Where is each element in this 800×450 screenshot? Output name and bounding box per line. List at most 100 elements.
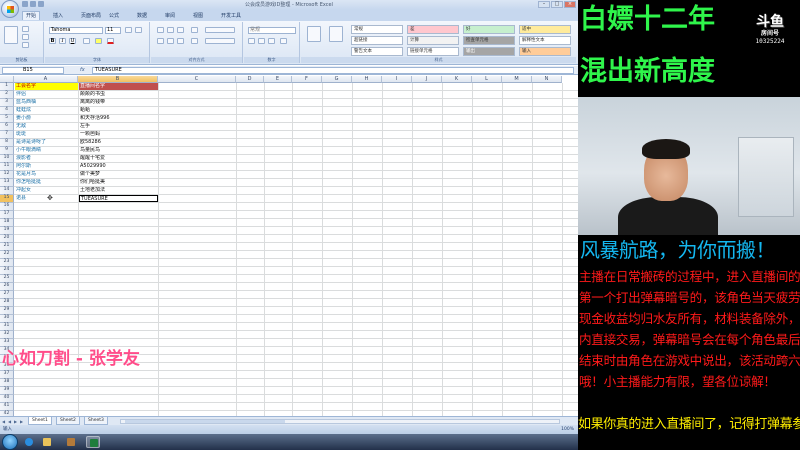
border-icon[interactable] bbox=[83, 38, 90, 44]
shrink-font-icon[interactable] bbox=[135, 27, 142, 33]
table-cell-room[interactable]: 离离的钱带 bbox=[79, 99, 158, 106]
row-header[interactable]: 6 bbox=[0, 123, 14, 131]
row-header[interactable]: 20 bbox=[0, 235, 14, 243]
prev-sheet-icon[interactable]: ◀ bbox=[8, 419, 11, 424]
select-all-corner[interactable] bbox=[0, 76, 14, 83]
table-cell-room[interactable]: 左手 bbox=[79, 123, 158, 130]
maximize-button[interactable]: □ bbox=[551, 1, 563, 8]
row-header[interactable]: 4 bbox=[0, 107, 14, 115]
table-cell-guild[interactable]: 阿尔斯 bbox=[15, 163, 78, 170]
table-cell-room[interactable]: 做个美梦 bbox=[79, 171, 158, 178]
align-top-icon[interactable] bbox=[157, 27, 164, 33]
font-color-icon[interactable] bbox=[107, 38, 114, 44]
zoom-level[interactable]: 100% bbox=[561, 425, 574, 434]
table-cell-room[interactable]: 土地老加法 bbox=[79, 187, 158, 194]
table-cell-guild[interactable]: 伴侣 bbox=[15, 91, 78, 98]
row-header[interactable]: 10 bbox=[0, 155, 14, 163]
sheet-tab[interactable]: Sheet1 bbox=[28, 417, 52, 425]
row-header[interactable]: 9 bbox=[0, 147, 14, 155]
table-cell-room[interactable]: A5029990 bbox=[79, 163, 158, 170]
font-name-select[interactable]: Tahoma bbox=[49, 27, 103, 34]
column-header[interactable]: A bbox=[14, 76, 78, 83]
copy-icon[interactable] bbox=[22, 34, 29, 40]
row-header[interactable]: 29 bbox=[0, 307, 14, 315]
taskbar-explorer-icon[interactable] bbox=[40, 436, 54, 448]
row-header[interactable]: 28 bbox=[0, 299, 14, 307]
wrap-text-button[interactable] bbox=[205, 27, 235, 33]
cell-style-option[interactable]: 链接单元格 bbox=[407, 47, 459, 56]
cut-icon[interactable] bbox=[22, 26, 29, 32]
table-cell-room[interactable]: 蛤蛤 bbox=[79, 107, 158, 114]
column-header[interactable]: D bbox=[236, 76, 264, 83]
cell-style-option[interactable]: 输入 bbox=[519, 47, 571, 56]
comma-icon[interactable] bbox=[268, 38, 275, 44]
indent-icon[interactable] bbox=[191, 38, 198, 44]
row-header[interactable]: 30 bbox=[0, 315, 14, 323]
percent-icon[interactable] bbox=[258, 38, 265, 44]
row-header[interactable]: 16 bbox=[0, 203, 14, 211]
row-header[interactable]: 18 bbox=[0, 219, 14, 227]
table-cell-guild[interactable]: 斑斑 bbox=[15, 131, 78, 138]
cell-style-option[interactable]: 适中 bbox=[519, 25, 571, 34]
table-format-icon[interactable] bbox=[329, 26, 343, 42]
ribbon-tab[interactable]: 插入 bbox=[50, 12, 66, 20]
table-cell-guild[interactable]: 花是月鸟 bbox=[15, 171, 78, 178]
table-cell-guild[interactable]: 蓝鸟西柚 bbox=[15, 99, 78, 106]
row-header[interactable]: 31 bbox=[0, 323, 14, 331]
fill-color-icon[interactable] bbox=[95, 38, 102, 44]
sheet-tab[interactable]: Sheet3 bbox=[84, 417, 108, 425]
ribbon-tab[interactable]: 开发工具 bbox=[218, 12, 244, 20]
table-cell-guild[interactable]: 小牛眼滴睛 bbox=[15, 147, 78, 154]
row-header[interactable]: 3 bbox=[0, 99, 14, 107]
scroll-thumb[interactable] bbox=[125, 420, 285, 423]
column-header[interactable]: I bbox=[382, 76, 412, 83]
row-header[interactable]: 7 bbox=[0, 131, 14, 139]
column-header[interactable]: C bbox=[158, 76, 236, 83]
horizontal-scrollbar[interactable] bbox=[120, 419, 560, 424]
table-cell-room[interactable]: 和天存活996 bbox=[79, 115, 158, 122]
undo-icon[interactable] bbox=[30, 1, 36, 7]
taskbar-game-icon[interactable] bbox=[64, 436, 78, 448]
taskbar-excel-icon[interactable] bbox=[86, 436, 100, 448]
underline-button[interactable]: U bbox=[69, 38, 76, 44]
cell-style-option[interactable]: 解释性文本 bbox=[519, 36, 571, 45]
align-left-icon[interactable] bbox=[157, 38, 164, 44]
row-header[interactable]: 19 bbox=[0, 227, 14, 235]
row-header[interactable]: 24 bbox=[0, 267, 14, 275]
ribbon-tab[interactable]: 页面布局 bbox=[78, 12, 104, 20]
currency-icon[interactable] bbox=[248, 38, 255, 44]
row-header[interactable]: 17 bbox=[0, 211, 14, 219]
row-header[interactable]: 8 bbox=[0, 139, 14, 147]
ribbon-tab[interactable]: 开始 bbox=[22, 11, 41, 20]
format-painter-icon[interactable] bbox=[22, 42, 29, 48]
table-cell-guild[interactable]: 无敌 bbox=[15, 123, 78, 130]
decimal-icon[interactable] bbox=[280, 38, 287, 44]
column-header[interactable]: M bbox=[502, 76, 532, 83]
office-button[interactable] bbox=[1, 0, 19, 18]
column-header[interactable]: F bbox=[292, 76, 322, 83]
conditional-format-icon[interactable] bbox=[307, 26, 321, 42]
save-icon[interactable] bbox=[22, 1, 28, 7]
align-center-icon[interactable] bbox=[167, 38, 174, 44]
row-header[interactable]: 12 bbox=[0, 171, 14, 179]
cell-style-option[interactable]: 计算 bbox=[407, 36, 459, 45]
cell-style-option[interactable]: 输出 bbox=[463, 47, 515, 56]
grow-font-icon[interactable] bbox=[125, 27, 132, 33]
column-header[interactable]: K bbox=[442, 76, 472, 83]
column-header[interactable]: G bbox=[322, 76, 352, 83]
bold-button[interactable]: B bbox=[49, 38, 56, 44]
paste-button[interactable] bbox=[4, 26, 18, 44]
table-cell-room[interactable]: 醒醒十宅爱 bbox=[79, 155, 158, 162]
column-header[interactable]: H bbox=[352, 76, 382, 83]
row-header[interactable]: 32 bbox=[0, 331, 14, 339]
merge-center-button[interactable] bbox=[205, 38, 235, 44]
number-format-select[interactable]: 常规 bbox=[248, 27, 296, 34]
formula-input[interactable]: TUEASURE bbox=[92, 67, 574, 74]
last-sheet-icon[interactable]: ▶ bbox=[20, 419, 23, 424]
table-cell-guild[interactable]: 你怎哈挺挺 bbox=[15, 179, 78, 186]
row-header[interactable]: 23 bbox=[0, 259, 14, 267]
row-header[interactable]: 14 bbox=[0, 187, 14, 195]
table-cell-room[interactable]: 鸟量民鸟 bbox=[79, 147, 158, 154]
row-header[interactable]: 25 bbox=[0, 275, 14, 283]
sheet-tab[interactable]: Sheet2 bbox=[56, 417, 80, 425]
